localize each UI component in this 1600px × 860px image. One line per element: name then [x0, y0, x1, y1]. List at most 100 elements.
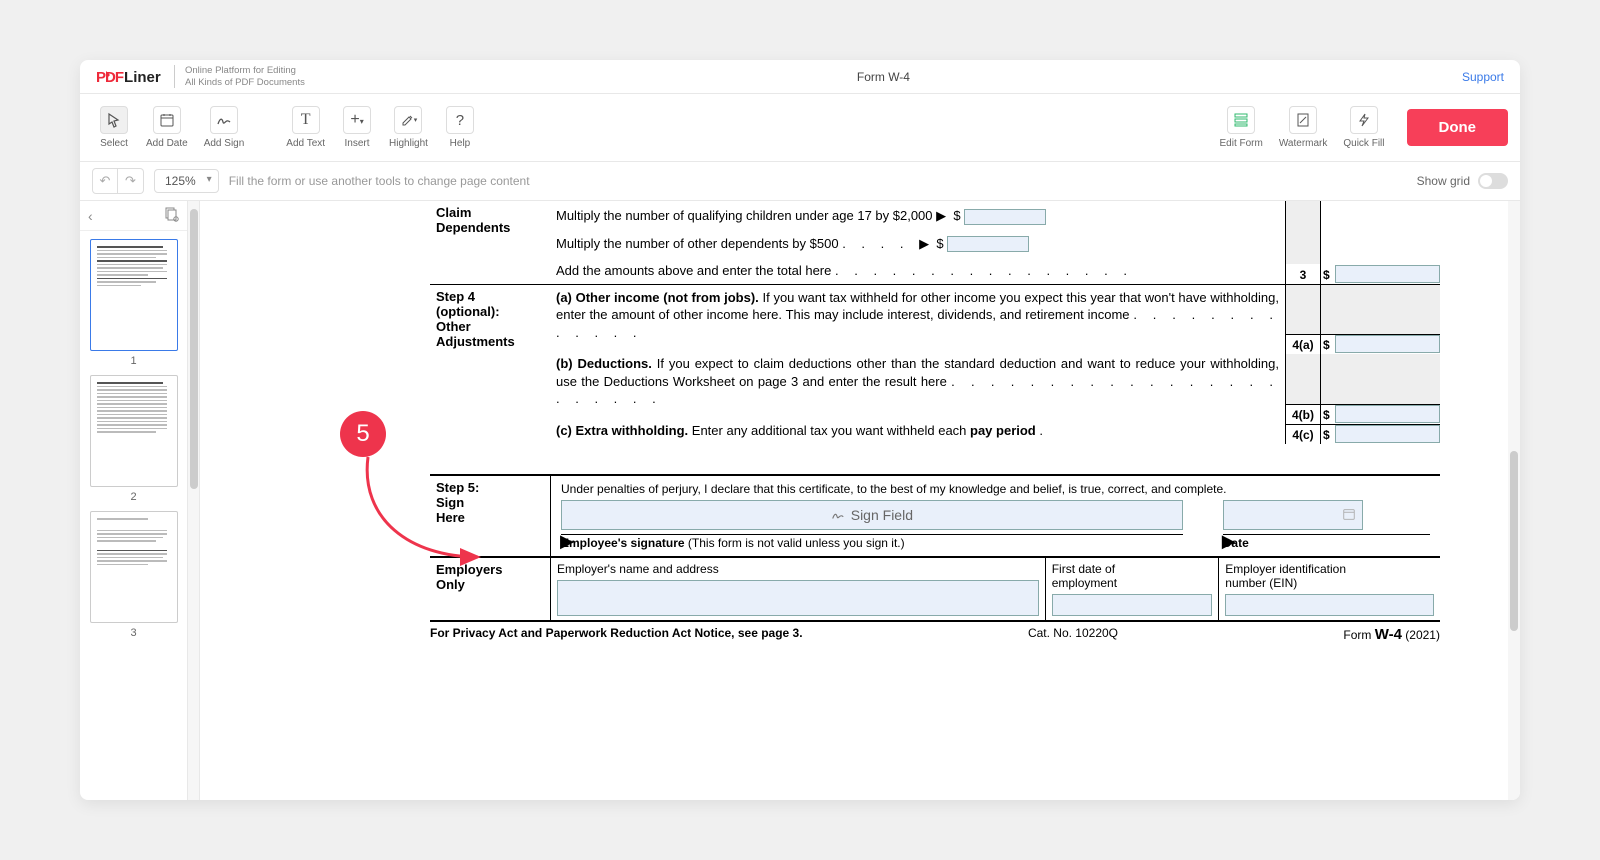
show-grid-control: Show grid — [1417, 173, 1508, 189]
highlight-tool[interactable]: ▾ Highlight — [383, 102, 434, 153]
emp-ein-label-1: Employer identification — [1225, 562, 1434, 576]
header-bar: PDFLiner Online Platform for Editing All… — [80, 60, 1520, 94]
emp-name-label: Employer's name and address — [557, 562, 1039, 576]
quick-fill-label: Quick Fill — [1343, 138, 1384, 149]
document-title: Form W-4 — [857, 70, 910, 84]
add-date-label: Add Date — [146, 138, 188, 149]
hint-text: Fill the form or use another tools to ch… — [229, 174, 530, 188]
perjury-declaration: Under penalties of perjury, I declare th… — [561, 482, 1430, 496]
line-3-num: 3 — [1286, 264, 1321, 284]
step4-body: (a) Other income (not from jobs). If you… — [550, 285, 1285, 444]
watermark-tool[interactable]: Watermark — [1273, 102, 1334, 153]
field-first-date[interactable] — [1052, 594, 1213, 616]
footer-r3: (2021) — [1402, 628, 1440, 642]
footer-r2: W-4 — [1375, 626, 1402, 643]
undo-button[interactable]: ↶ — [92, 168, 118, 194]
field-line-3[interactable] — [1335, 265, 1440, 283]
field-line-4a[interactable] — [1335, 335, 1440, 353]
claim-line-2: Multiply the number of other dependents … — [556, 236, 839, 251]
cursor-icon — [100, 106, 128, 134]
add-text-tool[interactable]: T Add Text — [280, 102, 331, 153]
thumbnail-panel: ‹ 1 — [80, 201, 188, 800]
field-line-4c[interactable] — [1335, 425, 1440, 443]
dots: . — [1039, 423, 1049, 438]
field-dependents-amount[interactable] — [947, 236, 1029, 252]
step5-head-1: Step 5: — [436, 480, 544, 495]
signature-icon — [831, 508, 845, 522]
thumb-scrollbar[interactable] — [188, 201, 200, 800]
emp-head: Employers Only — [430, 558, 550, 620]
add-date-tool[interactable]: Add Date — [140, 102, 194, 153]
date-field[interactable] — [1223, 500, 1363, 530]
select-tool[interactable]: Select — [92, 102, 136, 153]
page-thumb-3[interactable]: 3 — [90, 511, 178, 639]
edit-form-label: Edit Form — [1220, 138, 1263, 149]
form-page: Claim Dependents Multiply the number of … — [430, 201, 1440, 647]
plus-icon: +▾ — [343, 106, 371, 134]
workspace: ‹ 1 — [80, 201, 1520, 800]
step3-head: Claim Dependents — [430, 201, 550, 284]
insert-label: Insert — [345, 138, 370, 149]
page-thumb-2[interactable]: 2 — [90, 375, 178, 503]
row-step-4: Step 4 (optional): Other Adjustments (a)… — [430, 284, 1440, 444]
field-children-amount[interactable] — [964, 209, 1046, 225]
tool-group-right: Edit Form Watermark Quick Fill Done — [1214, 102, 1509, 153]
collapse-panel-button[interactable]: ‹ — [88, 208, 93, 224]
step3-head-2: Dependents — [436, 220, 544, 235]
emp-name-cell: Employer's name and address — [550, 558, 1045, 620]
logo-tagline: Online Platform for Editing All Kinds of… — [174, 65, 305, 88]
step4-head-4: Adjustments — [436, 334, 544, 349]
dots: . . . . . . . . . . . . . . . . — [835, 263, 1133, 278]
footer-right: Form W-4 (2021) — [1343, 626, 1440, 643]
step4c-bold2: pay period — [970, 423, 1036, 438]
document-canvas[interactable]: Claim Dependents Multiply the number of … — [200, 201, 1520, 800]
page-thumb-1-label: 1 — [90, 355, 178, 367]
support-link[interactable]: Support — [1462, 70, 1504, 84]
done-button[interactable]: Done — [1407, 109, 1509, 146]
calendar-icon — [1342, 507, 1356, 524]
footer-r1: Form — [1343, 628, 1374, 642]
svg-text:PDFLiner: PDFLiner — [96, 69, 161, 86]
sign-field-label: Sign Field — [851, 507, 913, 523]
sign-field[interactable]: Sign Field — [561, 500, 1183, 530]
sub-left: ↶ ↷ 125% Fill the form or use another to… — [92, 168, 530, 194]
pages-icon[interactable] — [163, 206, 179, 225]
step4-head-1: Step 4 — [436, 289, 544, 304]
show-grid-switch[interactable] — [1478, 173, 1508, 189]
quick-fill-tool[interactable]: Quick Fill — [1337, 102, 1390, 153]
step3-right: 3 $ — [1285, 201, 1440, 284]
step4c-bold: (c) Extra withholding. — [556, 423, 688, 438]
sub-toolbar: ↶ ↷ 125% Fill the form or use another to… — [80, 162, 1520, 201]
dots: . . . . — [842, 236, 919, 251]
help-tool[interactable]: ? Help — [438, 102, 482, 153]
field-line-4b[interactable] — [1335, 405, 1440, 423]
step3-head-1: Claim — [436, 205, 544, 220]
step5-head-2: Sign — [436, 495, 544, 510]
pdfliner-logo: PDFLiner — [96, 68, 164, 86]
callout-circle: 5 — [340, 411, 386, 457]
step4-head-3: Other — [436, 319, 544, 334]
signature-icon — [210, 106, 238, 134]
add-sign-tool[interactable]: Add Sign — [198, 102, 251, 153]
callout-number: 5 — [356, 420, 369, 448]
highlight-label: Highlight — [389, 138, 428, 149]
canvas-scrollbar[interactable] — [1508, 201, 1520, 800]
line-4a-num: 4(a) — [1286, 335, 1321, 354]
edit-form-tool[interactable]: Edit Form — [1214, 102, 1269, 153]
zoom-dropdown[interactable]: 125% — [154, 169, 219, 193]
select-tool-label: Select — [100, 138, 128, 149]
emp-head-1: Employers — [436, 562, 544, 577]
emp-ein-label-2: number (EIN) — [1225, 576, 1434, 590]
page-thumb-2-label: 2 — [90, 491, 178, 503]
footer-left: For Privacy Act and Paperwork Reduction … — [430, 626, 803, 643]
field-employer-name[interactable] — [557, 580, 1039, 616]
step4b-bold: (b) Deductions. — [556, 356, 652, 371]
undo-redo-group: ↶ ↷ — [92, 168, 144, 194]
redo-button[interactable]: ↷ — [118, 168, 144, 194]
page-thumb-1[interactable]: 1 — [90, 239, 178, 367]
callout-annotation: 5 — [340, 411, 386, 457]
insert-tool[interactable]: +▾ Insert — [335, 102, 379, 153]
field-ein[interactable] — [1225, 594, 1434, 616]
line-4b-num: 4(b) — [1286, 405, 1321, 424]
caret-icon: ▶ — [560, 531, 574, 552]
